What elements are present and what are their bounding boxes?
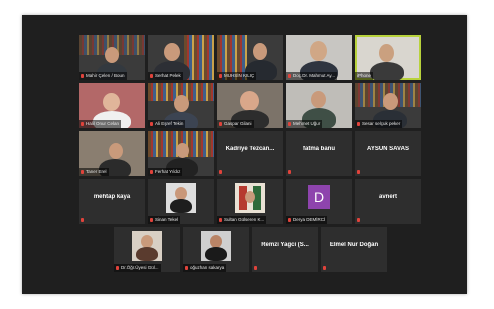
participant-name: Doç.Dr. Mahmut Ay... <box>286 72 338 80</box>
muted-mic-icon <box>357 121 360 126</box>
participant-tile[interactable]: avnert <box>355 179 421 224</box>
participant-tile[interactable]: Dr.Öğr.Üyesi Gül... <box>114 227 180 272</box>
participant-tile[interactable]: D Derya DEMİRCİ <box>286 179 352 224</box>
participant-name: Elmel Nur Doğan <box>329 242 379 248</box>
participant-name: Derya DEMİRCİ <box>286 216 328 224</box>
muted-mic-icon <box>219 217 222 222</box>
participant-tile-active-speaker[interactable]: iPhone <box>355 35 421 80</box>
profile-picture <box>235 183 265 213</box>
participant-name: AYSUN SAVAS <box>367 146 409 152</box>
muted-mic-icon <box>150 73 153 78</box>
participant-name: Sultan Gülseren K... <box>217 216 267 224</box>
participant-tile[interactable]: Mehmet Uğur <box>286 83 352 128</box>
participant-tile[interactable]: MUHSİN KILIÇ <box>217 35 283 80</box>
participant-tile[interactable]: Doç.Dr. Mahmut Ay... <box>286 35 352 80</box>
muted-mic-icon <box>150 169 153 174</box>
muted-mic-icon <box>81 169 84 174</box>
participant-tile[interactable]: fatma banu <box>286 131 352 176</box>
participant-name: Serhat Pelek <box>148 72 183 80</box>
avatar: D <box>308 185 330 209</box>
participant-tile[interactable]: Elmel Nur Doğan <box>321 227 387 272</box>
profile-picture <box>132 231 162 261</box>
participant-tile[interactable]: Kadriye Tezcan... <box>217 131 283 176</box>
participant-tile[interactable]: Sinan Tekel <box>148 179 214 224</box>
participant-tile[interactable]: Halil Onur Celan <box>79 83 145 128</box>
participant-tile[interactable]: Remzi Yagci (S... <box>252 227 318 272</box>
participant-name: Dr.Öğr.Üyesi Gül... <box>114 264 161 272</box>
muted-mic-icon <box>288 121 291 126</box>
muted-mic-icon <box>185 265 188 270</box>
profile-picture <box>201 231 231 261</box>
participant-tile[interactable]: Serhat Pelek <box>148 35 214 80</box>
muted-mic-icon <box>81 121 84 126</box>
participant-name: Kadriye Tezcan... <box>225 146 275 152</box>
muted-mic-icon <box>150 217 153 222</box>
muted-mic-icon <box>288 73 291 78</box>
muted-mic-icon <box>254 265 257 270</box>
participant-name: Mahir Çelen / Boun <box>79 72 127 80</box>
muted-mic-icon <box>357 169 360 174</box>
participant-tile[interactable]: Gaspar Gilani <box>217 83 283 128</box>
participant-name: Taner Erel <box>79 168 109 176</box>
muted-mic-icon <box>288 169 291 174</box>
muted-mic-icon <box>81 73 84 78</box>
participant-name: mehtap kaya <box>93 194 131 200</box>
meeting-gallery: Mahir Çelen / Boun Serhat Pelek MUHSİN K… <box>22 15 467 294</box>
participant-name: iPhone <box>355 72 374 80</box>
participant-tile[interactable]: Taner Erel <box>79 131 145 176</box>
participant-name: Sinan Tekel <box>148 216 181 224</box>
muted-mic-icon <box>150 121 153 126</box>
participant-tile[interactable]: Sesar selçuk peker <box>355 83 421 128</box>
participant-tile[interactable]: AYSUN SAVAS <box>355 131 421 176</box>
muted-mic-icon <box>219 169 222 174</box>
participant-name: Ferhat Yıldız <box>148 168 183 176</box>
muted-mic-icon <box>81 217 84 222</box>
participant-tile[interactable]: Ali Eşref Tekin <box>148 83 214 128</box>
muted-mic-icon <box>357 217 360 222</box>
muted-mic-icon <box>219 73 222 78</box>
participant-tile[interactable]: oğuzhan sakarya <box>183 227 249 272</box>
participant-name: MUHSİN KILIÇ <box>217 72 257 80</box>
participant-name: Remzi Yagci (S... <box>261 242 309 248</box>
participant-name: Sesar selçuk peker <box>355 120 403 128</box>
participant-tile[interactable]: Ferhat Yıldız <box>148 131 214 176</box>
muted-mic-icon <box>323 265 326 270</box>
participant-tile[interactable]: Mahir Çelen / Boun <box>79 35 145 80</box>
participant-tile[interactable]: mehtap kaya <box>79 179 145 224</box>
muted-mic-icon <box>288 217 291 222</box>
muted-mic-icon <box>116 265 119 270</box>
participant-name: fatma banu <box>302 146 335 152</box>
participant-name: Mehmet Uğur <box>286 120 323 128</box>
participant-name: avnert <box>378 194 397 200</box>
participant-name: Ali Eşref Tekin <box>148 120 186 128</box>
participant-name: Gaspar Gilani <box>217 120 254 128</box>
participant-name: oğuzhan sakarya <box>183 264 227 272</box>
muted-mic-icon <box>219 121 222 126</box>
participant-name: Halil Onur Celan <box>79 120 122 128</box>
profile-picture <box>166 183 196 213</box>
participant-tile[interactable]: Sultan Gülseren K... <box>217 179 283 224</box>
